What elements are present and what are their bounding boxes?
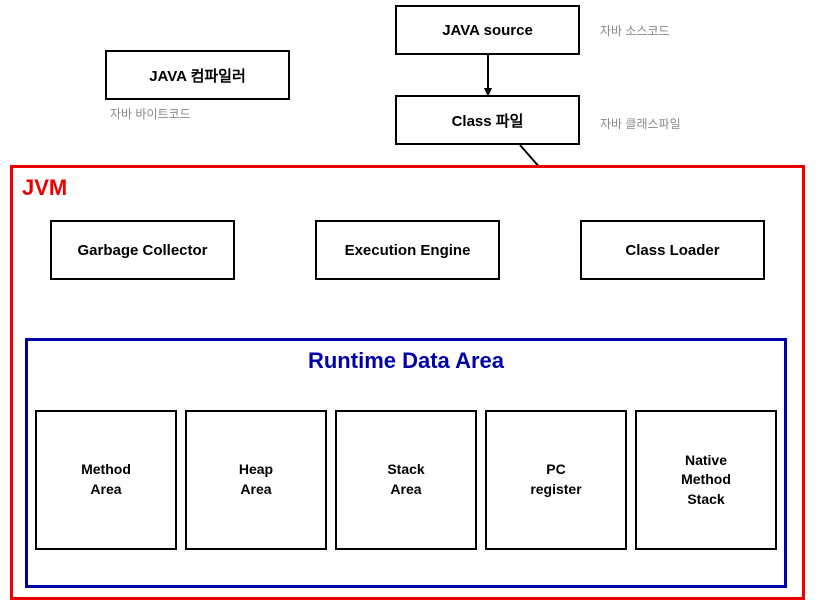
class-loader-label: Class Loader — [625, 242, 719, 259]
class-file-box: Class 파일 — [395, 95, 580, 145]
class-loader-box: Class Loader — [580, 220, 765, 280]
runtime-data-area-label: Runtime Data Area — [25, 348, 787, 374]
native-method-stack-label: NativeMethodStack — [681, 451, 731, 510]
diagram-container: 자바 소스코드 자바 바이트코드 자바 클래스파일 JAVA source JA… — [0, 0, 820, 614]
pc-register-box: PCregister — [485, 410, 627, 550]
heap-area-box: HeapArea — [185, 410, 327, 550]
java-compiler-sublabel: 자바 바이트코드 — [110, 105, 191, 122]
execution-engine-label: Execution Engine — [345, 242, 471, 259]
component-row: Garbage Collector Execution Engine Class… — [10, 220, 805, 280]
native-method-stack-box: NativeMethodStack — [635, 410, 777, 550]
memory-areas: MethodArea HeapArea StackArea PCregister… — [35, 410, 777, 550]
java-source-box: JAVA source — [395, 5, 580, 55]
java-compiler-box: JAVA 컴파일러 — [105, 50, 290, 100]
stack-area-box: StackArea — [335, 410, 477, 550]
java-compiler-label: JAVA 컴파일러 — [149, 65, 246, 86]
garbage-collector-box: Garbage Collector — [50, 220, 235, 280]
execution-engine-box: Execution Engine — [315, 220, 500, 280]
method-area-box: MethodArea — [35, 410, 177, 550]
class-file-label: Class 파일 — [452, 110, 524, 131]
method-area-label: MethodArea — [81, 460, 131, 499]
heap-area-label: HeapArea — [239, 460, 273, 499]
java-source-label: JAVA source — [442, 22, 533, 39]
class-file-sublabel: 자바 클래스파일 — [600, 115, 681, 132]
java-source-sublabel: 자바 소스코드 — [600, 22, 670, 39]
garbage-collector-label: Garbage Collector — [77, 242, 207, 259]
stack-area-label: StackArea — [387, 460, 424, 499]
jvm-label: JVM — [22, 175, 67, 201]
pc-register-label: PCregister — [530, 460, 581, 499]
